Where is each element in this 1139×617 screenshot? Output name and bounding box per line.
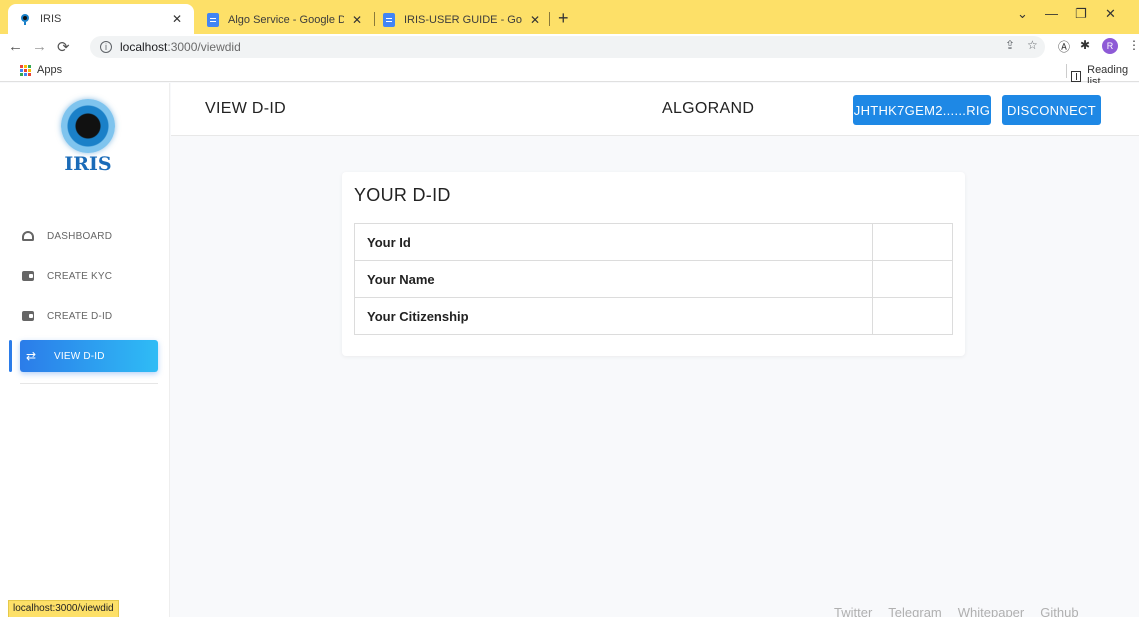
tab-iris[interactable]: IRIS ✕: [8, 4, 194, 34]
apps-label: Apps: [37, 64, 63, 76]
sidebar-item-label: VIEW D-ID: [54, 350, 105, 362]
bookmarks-bar: Apps Reading list: [0, 60, 1139, 88]
page-title: VIEW D-ID: [205, 100, 286, 117]
row-label-id: Your Id: [354, 223, 873, 261]
bookmark-star-icon[interactable]: ☆: [1027, 38, 1038, 52]
sidebar: IRIS DASHBOARD CREATE KYC CREATE D-ID ⇄ …: [0, 83, 170, 617]
iris-logo[interactable]: IRIS: [48, 93, 128, 177]
eye-logo-icon: [61, 99, 115, 153]
sidebar-item-dashboard[interactable]: DASHBOARD: [22, 221, 158, 251]
minimize-icon[interactable]: —: [1045, 6, 1058, 21]
iris-eye-icon: [18, 12, 32, 26]
sidebar-item-label: DASHBOARD: [47, 230, 113, 242]
forward-icon[interactable]: →: [32, 38, 47, 55]
footer-links: Twitter Telegram Whitepaper Github: [834, 605, 1079, 617]
wallet-address-button[interactable]: JHTHK7GEM2......RIG: [853, 95, 991, 125]
table-row: Your Id: [354, 223, 953, 261]
apps-shortcut[interactable]: Apps: [20, 64, 62, 76]
tab-search-icon[interactable]: ⌄: [1017, 6, 1028, 22]
site-info-icon[interactable]: i: [100, 41, 112, 53]
apps-grid-icon: [20, 64, 31, 76]
footer-link-twitter[interactable]: Twitter: [834, 605, 872, 617]
sidebar-divider: [20, 383, 158, 384]
gauge-icon: [22, 231, 34, 241]
more-menu-icon[interactable]: ⋮: [1128, 38, 1139, 52]
bookmarks-separator: [1066, 64, 1067, 78]
app-header: VIEW D-ID ALGORAND JHTHK7GEM2......RIG D…: [171, 83, 1139, 136]
row-label-citizenship: Your Citizenship: [354, 297, 873, 335]
footer-link-github[interactable]: Github: [1040, 605, 1078, 617]
share-icon[interactable]: ⇪: [1005, 38, 1015, 52]
logo-text: IRIS: [64, 153, 112, 175]
network-label: ALGORAND: [662, 100, 755, 117]
table-row: Your Citizenship: [354, 297, 953, 335]
row-label-name: Your Name: [354, 260, 873, 298]
tab-title: Algo Service - Google Docs: [228, 14, 344, 26]
sidebar-item-label: CREATE D-ID: [47, 310, 113, 322]
reload-icon[interactable]: ⟳: [57, 38, 70, 56]
close-icon[interactable]: ✕: [170, 12, 184, 26]
row-value-name: [872, 260, 953, 298]
wallet-icon: [22, 271, 34, 281]
close-icon[interactable]: ✕: [350, 13, 364, 27]
close-window-icon[interactable]: ✕: [1105, 6, 1116, 22]
did-card: YOUR D-ID Your Id Your Name Your Citizen…: [342, 172, 965, 356]
table-row: Your Name: [354, 260, 953, 298]
tab-title: IRIS-USER GUIDE - Google Docs: [404, 14, 522, 26]
extensions-puzzle-icon[interactable]: ✱: [1080, 38, 1090, 52]
tab-algo-service[interactable]: Algo Service - Google Docs ✕: [196, 6, 374, 34]
row-value-id: [872, 223, 953, 261]
did-info-table: Your Id Your Name Your Citizenship: [354, 223, 953, 335]
close-icon[interactable]: ✕: [528, 13, 542, 27]
browser-tab-strip: IRIS ✕ Algo Service - Google Docs ✕ IRIS…: [0, 0, 1139, 34]
tab-separator: [549, 12, 550, 26]
sidebar-item-label: CREATE KYC: [47, 270, 113, 282]
sidebar-item-create-did[interactable]: CREATE D-ID: [22, 301, 158, 331]
new-tab-button[interactable]: +: [558, 8, 569, 29]
footer-link-telegram[interactable]: Telegram: [888, 605, 941, 617]
disconnect-button[interactable]: DISCONNECT: [1002, 95, 1101, 125]
restore-icon[interactable]: ❐: [1075, 6, 1087, 22]
sidebar-item-view-did[interactable]: ⇄ VIEW D-ID: [20, 340, 158, 372]
active-indicator: [9, 340, 12, 372]
wallet-icon: [22, 311, 34, 321]
url-host: localhost: [120, 40, 168, 54]
swap-icon: ⇄: [26, 349, 37, 363]
address-bar[interactable]: i localhost:3000/viewdid: [90, 36, 1045, 58]
url-path: :3000/viewdid: [167, 40, 241, 54]
tab-iris-user-guide[interactable]: IRIS-USER GUIDE - Google Docs ✕: [372, 6, 552, 34]
tab-title: IRIS: [40, 13, 62, 25]
extension-icon[interactable]: Ⓐ: [1058, 38, 1070, 55]
reading-list-icon: [1071, 70, 1082, 82]
card-title: YOUR D-ID: [354, 185, 451, 205]
google-docs-icon: [206, 13, 220, 27]
profile-avatar[interactable]: R: [1102, 38, 1118, 54]
row-value-citizenship: [872, 297, 953, 335]
status-bar-url: localhost:3000/viewdid: [8, 600, 119, 617]
browser-toolbar: ← → ⟳ i localhost:3000/viewdid ⇪ ☆ Ⓐ ✱ R…: [0, 34, 1139, 60]
footer-link-whitepaper[interactable]: Whitepaper: [958, 605, 1024, 617]
back-icon[interactable]: ←: [8, 38, 23, 55]
sidebar-item-create-kyc[interactable]: CREATE KYC: [22, 261, 158, 291]
google-docs-icon: [382, 13, 396, 27]
